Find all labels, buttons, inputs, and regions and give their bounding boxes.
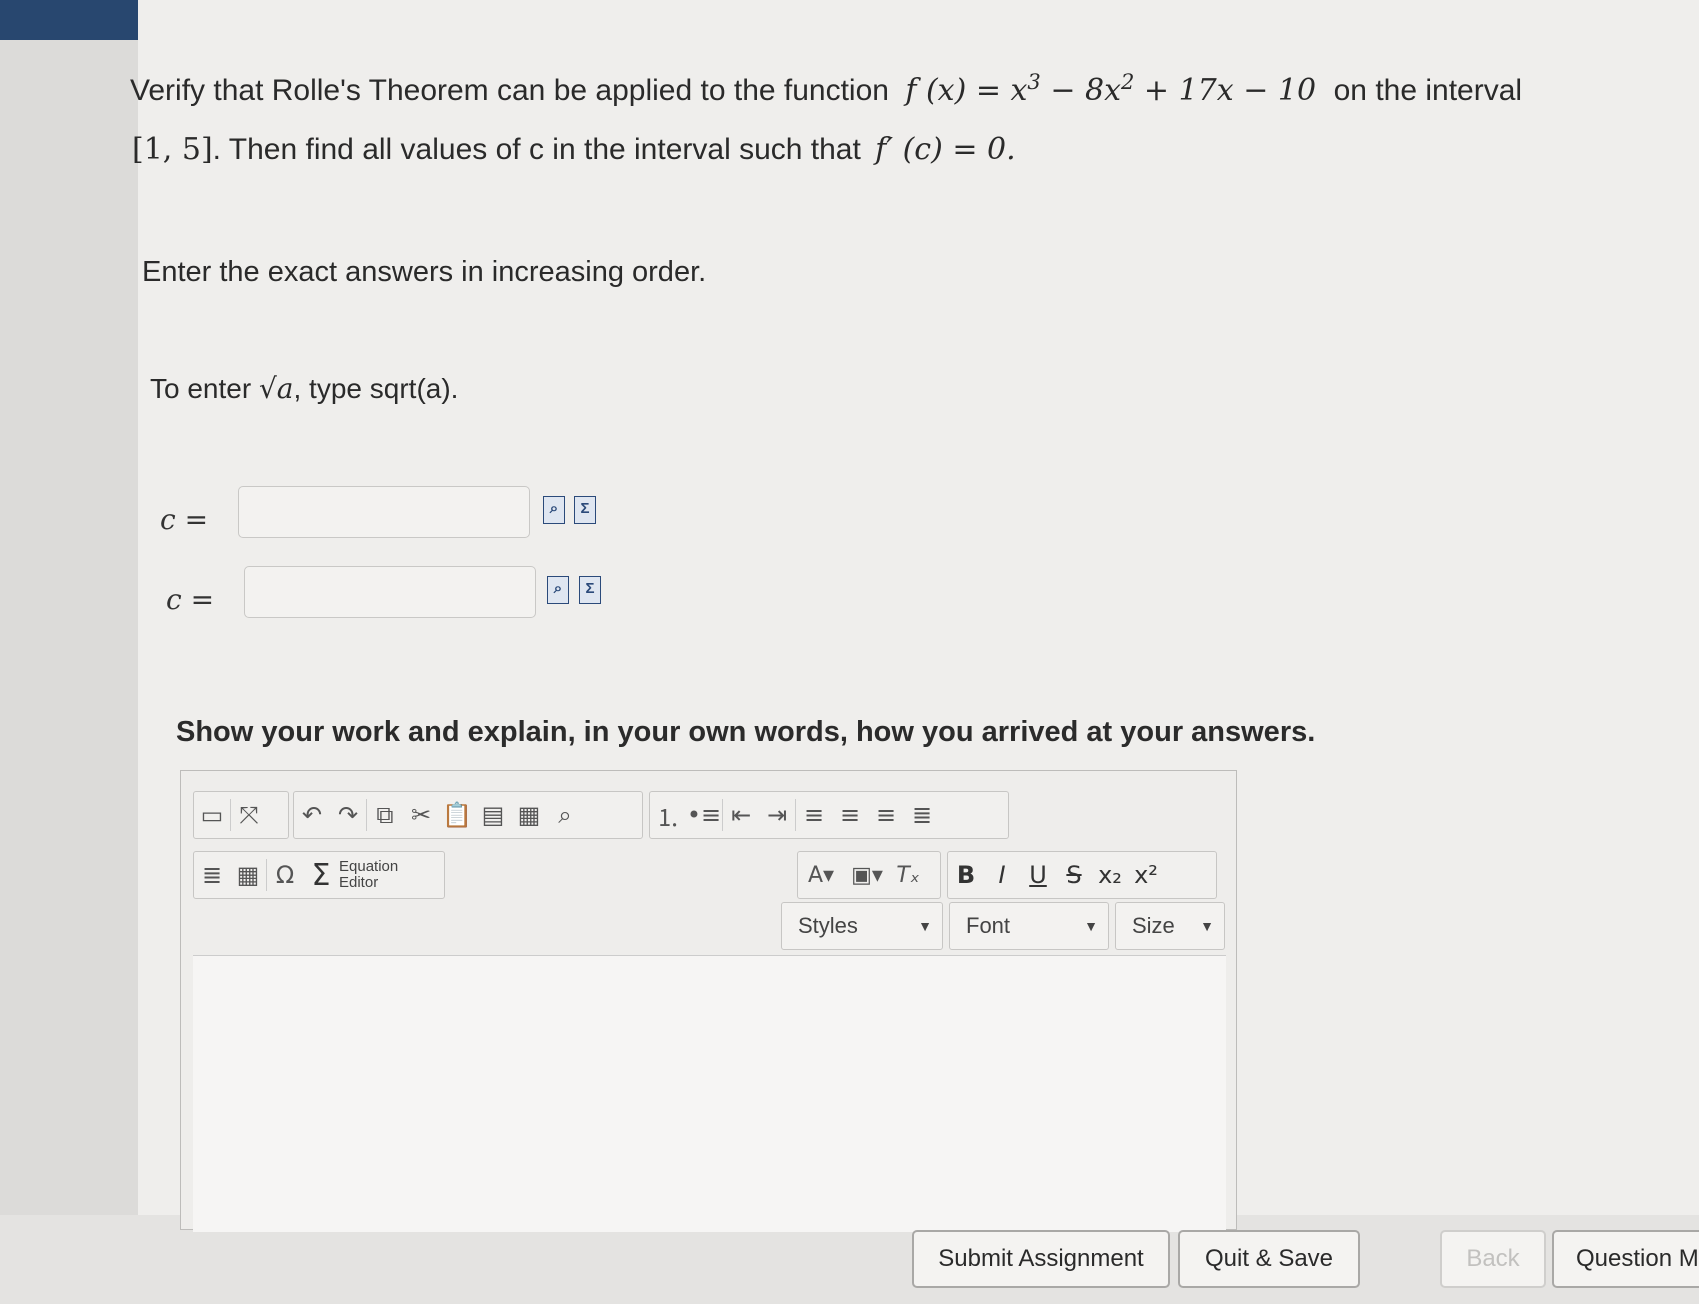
paste-text-icon[interactable]: ▤ xyxy=(475,795,511,835)
left-margin xyxy=(0,0,138,1215)
underline-button[interactable]: U xyxy=(1020,855,1056,895)
rich-text-editor: ▭ ⤧ ↶ ↷ ⧉ ✂ 📋 ▤ ▦ ⌕ ⒈ •≡ ⇤ ⇥ ≡ ≡ ≡ ≣ ≣ ▦… xyxy=(180,770,1237,1232)
font-dropdown[interactable]: Font ▼ xyxy=(949,902,1109,950)
chevron-down-icon: ▼ xyxy=(1084,918,1098,934)
paste-icon[interactable]: 📋 xyxy=(439,795,475,835)
blockquote-icon[interactable]: ≣ xyxy=(194,855,230,895)
preview-icon[interactable]: ⌕ xyxy=(543,496,565,524)
align-center-icon[interactable]: ≡ xyxy=(832,795,868,835)
remove-format-icon[interactable]: Tₓ xyxy=(890,855,926,895)
strikethrough-button[interactable]: S xyxy=(1056,855,1092,895)
toolbar-group-format: B I U S x₂ x² xyxy=(947,851,1217,899)
source-icon[interactable]: ▭ xyxy=(194,795,230,835)
toolbar-group-paragraph: ⒈ •≡ ⇤ ⇥ ≡ ≡ ≡ ≣ xyxy=(649,791,1009,839)
table-icon[interactable]: ▦ xyxy=(230,855,266,895)
sigma-icon[interactable]: Σ xyxy=(579,576,601,604)
submit-assignment-button[interactable]: Submit Assignment xyxy=(912,1230,1170,1288)
sqrt-hint: To enter √a, type sqrt(a). xyxy=(150,372,459,405)
special-char-icon[interactable]: Ω xyxy=(267,855,303,895)
question-line-1: Verify that Rolle's Theorem can be appli… xyxy=(130,70,1523,108)
superscript-icon[interactable]: x² xyxy=(1128,855,1164,895)
chevron-down-icon: ▼ xyxy=(1200,918,1214,934)
outdent-icon[interactable]: ⇤ xyxy=(723,795,759,835)
toolbar-group-view: ▭ ⤧ xyxy=(193,791,289,839)
answer-label-2: c = xyxy=(166,583,215,616)
find-icon[interactable]: ⌕ xyxy=(547,795,583,835)
equation-editor-button[interactable]: Equation Editor xyxy=(339,859,398,891)
work-prompt: Show your work and explain, in your own … xyxy=(176,716,1316,748)
preview-icon[interactable]: ⌕ xyxy=(547,576,569,604)
styles-dropdown[interactable]: Styles ▼ xyxy=(781,902,943,950)
justify-icon[interactable]: ≣ xyxy=(904,795,940,835)
copy-icon[interactable]: ⧉ xyxy=(367,795,403,835)
subscript-icon[interactable]: x₂ xyxy=(1092,855,1128,895)
paste-word-icon[interactable]: ▦ xyxy=(511,795,547,835)
sigma-icon[interactable]: Σ xyxy=(574,496,596,524)
maximize-icon[interactable]: ⤧ xyxy=(231,795,267,835)
align-right-icon[interactable]: ≡ xyxy=(868,795,904,835)
italic-button[interactable]: I xyxy=(984,855,1020,895)
answer-input-1[interactable] xyxy=(238,486,530,538)
answer-input-2[interactable] xyxy=(244,566,536,618)
numbered-list-icon[interactable]: ⒈ xyxy=(650,795,686,835)
indent-icon[interactable]: ⇥ xyxy=(759,795,795,835)
function-expression: f (x) = x3 − 8x2 + 17x − 10 xyxy=(905,70,1317,108)
bg-color-icon[interactable]: ▣▾ xyxy=(844,855,890,895)
bulleted-list-icon[interactable]: •≡ xyxy=(686,795,722,835)
size-dropdown[interactable]: Size ▼ xyxy=(1115,902,1225,950)
undo-icon[interactable]: ↶ xyxy=(294,795,330,835)
bold-button[interactable]: B xyxy=(948,855,984,895)
back-button[interactable]: Back xyxy=(1440,1230,1546,1288)
chevron-down-icon: ▼ xyxy=(918,918,932,934)
sigma-icon[interactable]: Σ xyxy=(303,855,339,895)
question-nav-button[interactable]: Question M xyxy=(1552,1230,1699,1288)
question-line-2: [1, 5]. Then find all values of c in the… xyxy=(132,132,1016,167)
text-color-icon[interactable]: A▾ xyxy=(798,855,844,895)
instruction-text: Enter the exact answers in increasing or… xyxy=(142,256,707,288)
editor-text-area[interactable] xyxy=(193,955,1226,1232)
toolbar-group-color: A▾ ▣▾ Tₓ xyxy=(797,851,941,899)
toolbar-group-insert: ≣ ▦ Ω Σ Equation Editor xyxy=(193,851,445,899)
cut-icon[interactable]: ✂ xyxy=(403,795,439,835)
align-left-icon[interactable]: ≡ xyxy=(796,795,832,835)
quit-save-button[interactable]: Quit & Save xyxy=(1178,1230,1360,1288)
redo-icon[interactable]: ↷ xyxy=(330,795,366,835)
toolbar-group-clipboard: ↶ ↷ ⧉ ✂ 📋 ▤ ▦ ⌕ xyxy=(293,791,643,839)
answer-label-1: c = xyxy=(160,503,209,536)
